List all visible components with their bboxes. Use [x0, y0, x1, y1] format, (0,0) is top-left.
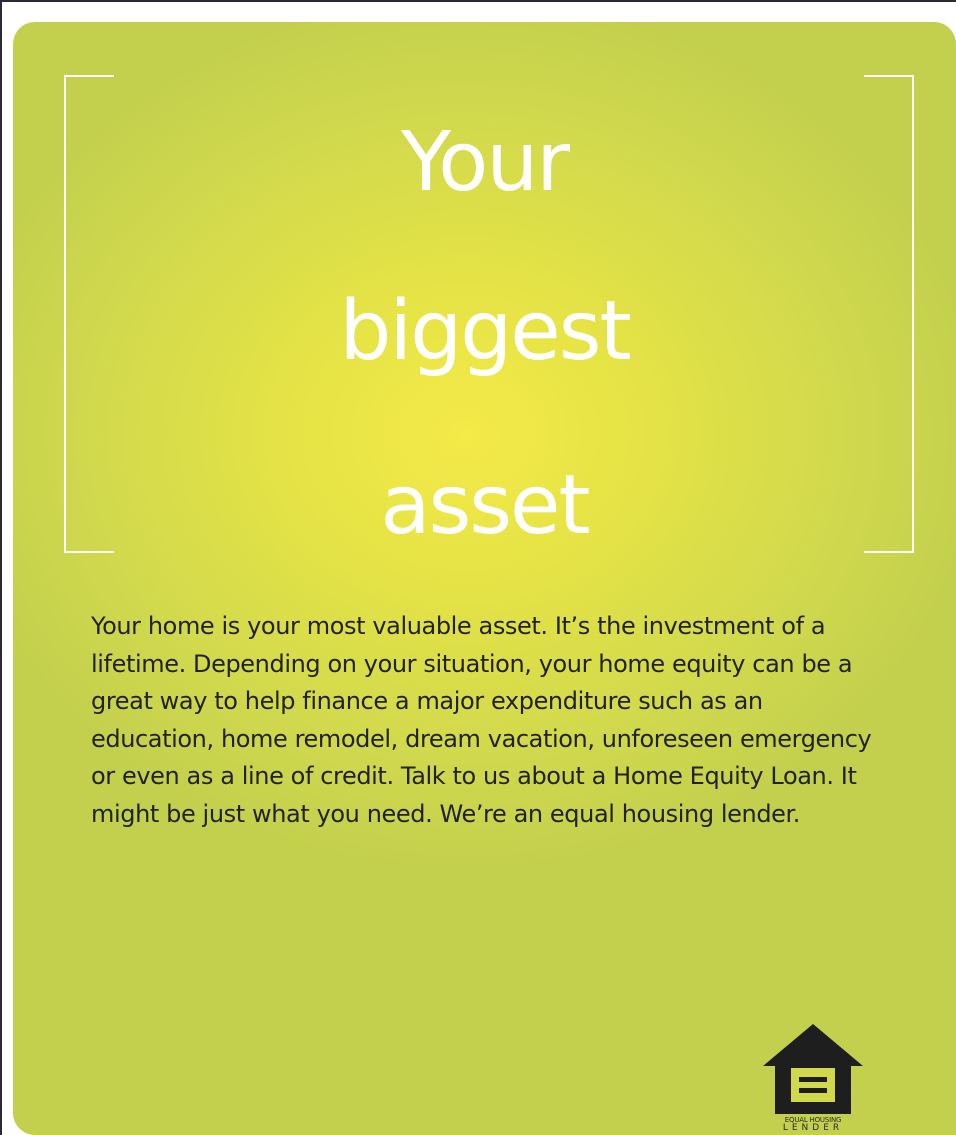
logo-text-lender: LENDER — [782, 1123, 844, 1133]
headline-line-1: Your — [400, 115, 570, 210]
equal-housing-lender-logo: EQUAL HOUSING LENDER — [761, 1022, 865, 1133]
body-paragraph: Your home is your most valuable asset. I… — [91, 612, 872, 828]
ad-card: Your biggest asset Your home is your mos… — [13, 22, 956, 1135]
headline-line-2: biggest — [339, 284, 631, 379]
equal-housing-house-icon — [763, 1024, 863, 1114]
headline-line-3: asset — [380, 458, 590, 553]
